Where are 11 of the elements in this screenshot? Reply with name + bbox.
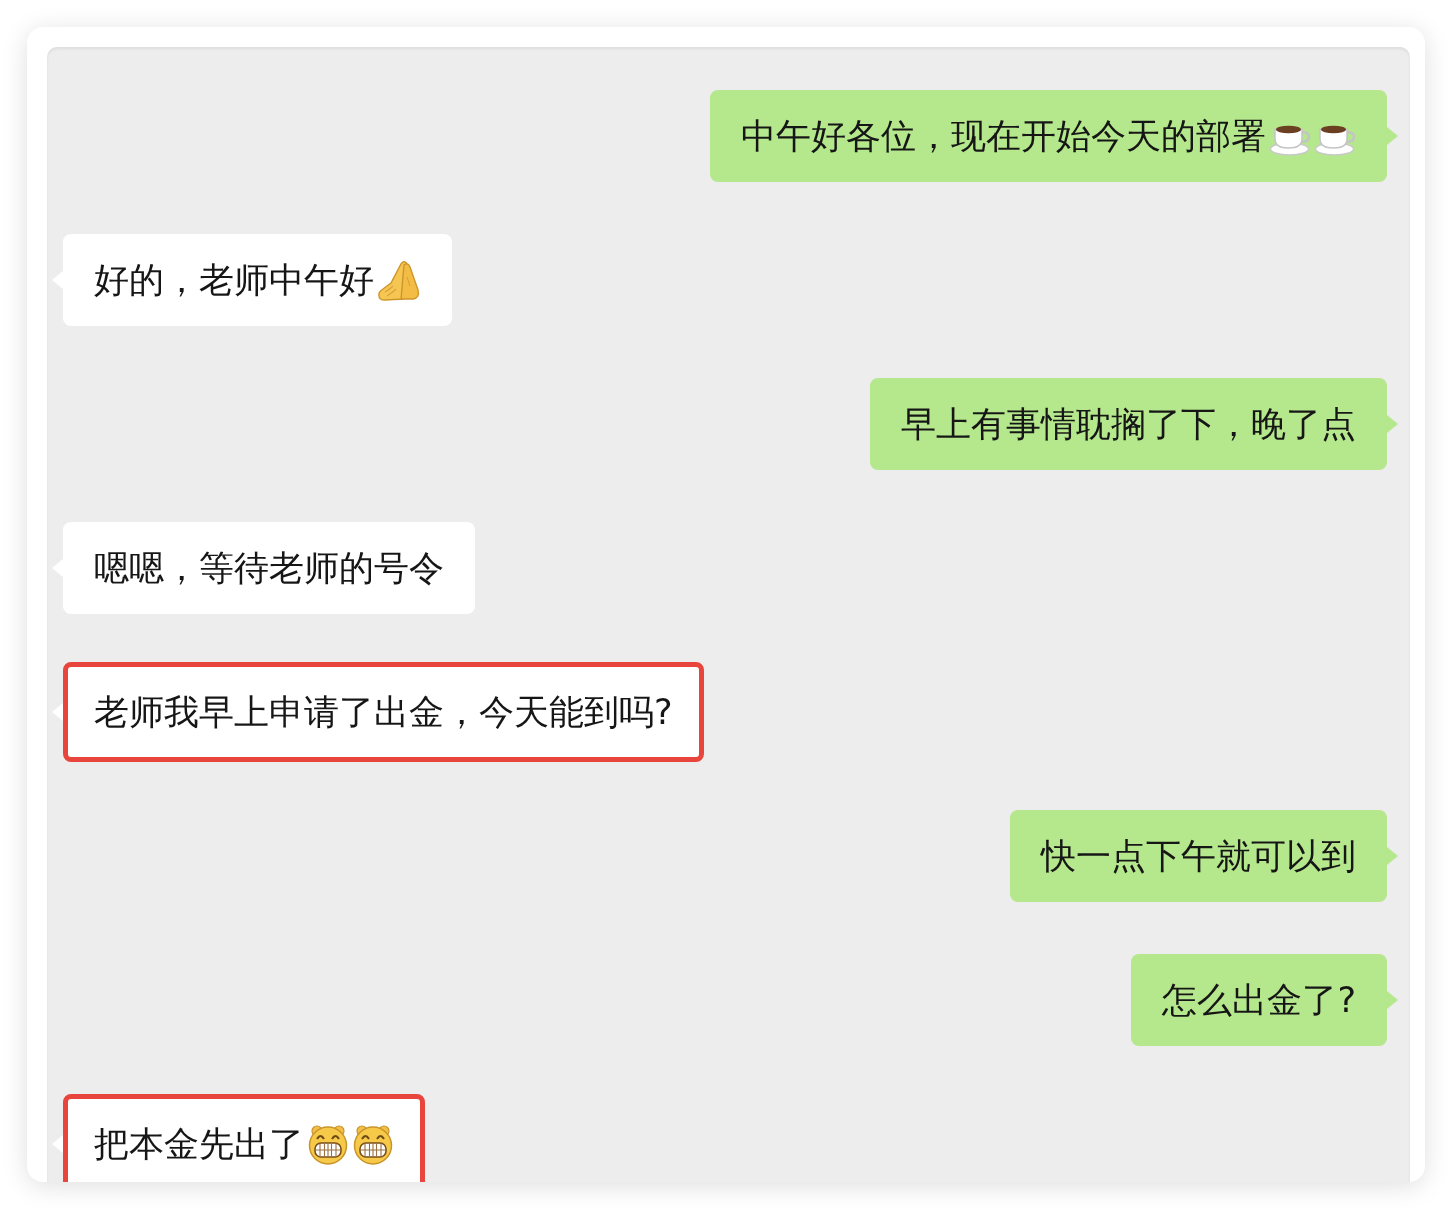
message-text: 嗯嗯，等待老师的号令 — [94, 547, 444, 590]
message-text: 怎么出金了? — [1162, 979, 1356, 1022]
message-text: 好的，老师中午好 — [94, 259, 374, 302]
grinning-face-icon — [307, 1123, 349, 1165]
message-text: 把本金先出了 — [94, 1123, 304, 1166]
praying-hands-icon — [377, 259, 421, 301]
message-text: 快一点下午就可以到 — [1041, 835, 1356, 878]
grinning-face-icon — [352, 1123, 394, 1165]
message-text: 早上有事情耽搁了下，晚了点 — [901, 403, 1356, 446]
message-text: 老师我早上申请了出金，今天能到吗? — [94, 691, 673, 734]
message-text: 中午好各位，现在开始今天的部署 — [741, 115, 1266, 158]
